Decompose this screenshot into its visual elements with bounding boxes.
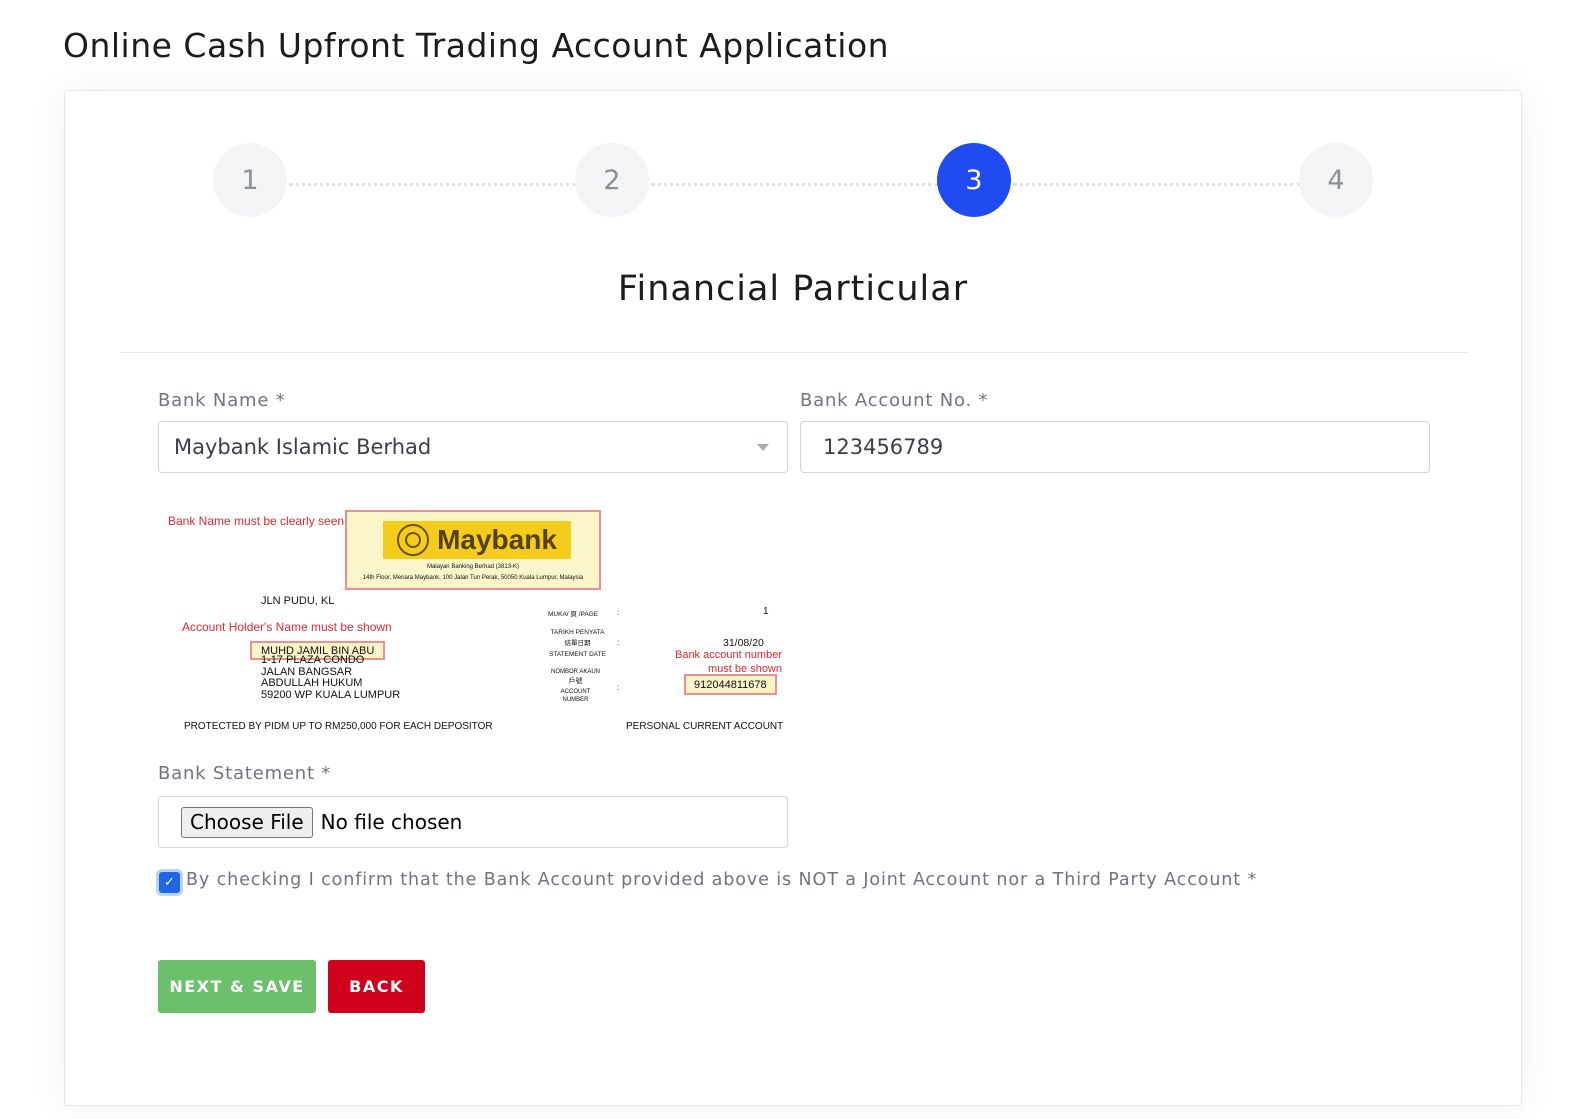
pidm-text: PROTECTED BY PIDM UP TO RM250,000 FOR EA…	[184, 721, 493, 732]
next-save-button[interactable]: NEXT & SAVE	[158, 960, 316, 1013]
bank-statement-label: Bank Statement *	[158, 763, 332, 784]
step-4[interactable]: 4	[1299, 143, 1373, 217]
account-labels: NOMBOR AKAUN 戶號 ACCOUNT NUMBER	[551, 669, 601, 703]
bank-statement-file-input[interactable]: Choose File No file chosen	[158, 796, 788, 848]
checkmark-icon: ✓	[164, 875, 175, 890]
stepper-connector	[1013, 183, 1301, 186]
bank-reg-text: Malayan Banking Berhad (3813-K)	[426, 564, 520, 570]
colon: :	[617, 608, 620, 617]
account-type-text: PERSONAL CURRENT ACCOUNT	[626, 721, 784, 732]
bank-account-value: 123456789	[823, 435, 944, 459]
divider	[121, 352, 1467, 353]
branch-text: JLN PUDU, KL	[261, 595, 335, 607]
section-title: Financial Particular	[617, 269, 969, 309]
stepper-connector	[289, 183, 577, 186]
bank-name-note: Bank Name must be clearly seen	[168, 514, 345, 528]
bank-account-input[interactable]: 123456789	[800, 421, 1430, 473]
colon: :	[617, 683, 620, 692]
date-labels: TARIKH PENYATA 結單日期 STATEMENT DATE	[549, 629, 606, 658]
bank-address-text: 14th Floor, Menara Maybank, 100 Jalan Tu…	[362, 575, 584, 581]
colon: :	[617, 638, 620, 647]
step-3-active[interactable]: 3	[937, 143, 1011, 217]
confirm-label[interactable]: By checking I confirm that the Bank Acco…	[186, 870, 1257, 890]
sample-bank-statement-image: Bank Name must be clearly seen Maybank M…	[158, 503, 790, 743]
page-label: MUKA/ 頁 /PAGE	[548, 611, 599, 618]
confirm-checkbox[interactable]: ✓	[159, 872, 180, 893]
stepper-connector	[651, 183, 939, 186]
holder-note: Account Holder's Name must be shown	[182, 620, 392, 634]
step-2[interactable]: 2	[575, 143, 649, 217]
account-number-note: Bank account number must be shown	[674, 649, 782, 675]
holder-address: 1-17 PLAZA CONDO JALAN BANGSAR ABDULLAH …	[261, 654, 401, 701]
page-title: Online Cash Upfront Trading Account Appl…	[63, 26, 890, 65]
application-form-card: 1 2 3 4 Financial Particular Bank Name *…	[64, 90, 1522, 1106]
chevron-down-icon	[757, 444, 769, 451]
bank-name-label: Bank Name *	[158, 390, 286, 411]
bank-name-select[interactable]: Maybank Islamic Berhad	[158, 421, 788, 473]
back-button[interactable]: BACK	[328, 960, 425, 1013]
account-number-value: 912044811678	[684, 674, 777, 695]
page-value: 1	[763, 606, 769, 617]
bank-name-value: Maybank Islamic Berhad	[174, 435, 432, 459]
tiger-emblem-icon	[397, 524, 430, 556]
choose-file-button[interactable]: Choose File	[181, 806, 313, 838]
bank-logo-box: Maybank Malayan Banking Berhad (3813-K) …	[345, 510, 601, 590]
file-status: No file chosen	[320, 810, 463, 834]
step-1[interactable]: 1	[213, 143, 287, 217]
bank-account-label: Bank Account No. *	[800, 390, 989, 411]
maybank-logo: Maybank	[383, 521, 571, 559]
